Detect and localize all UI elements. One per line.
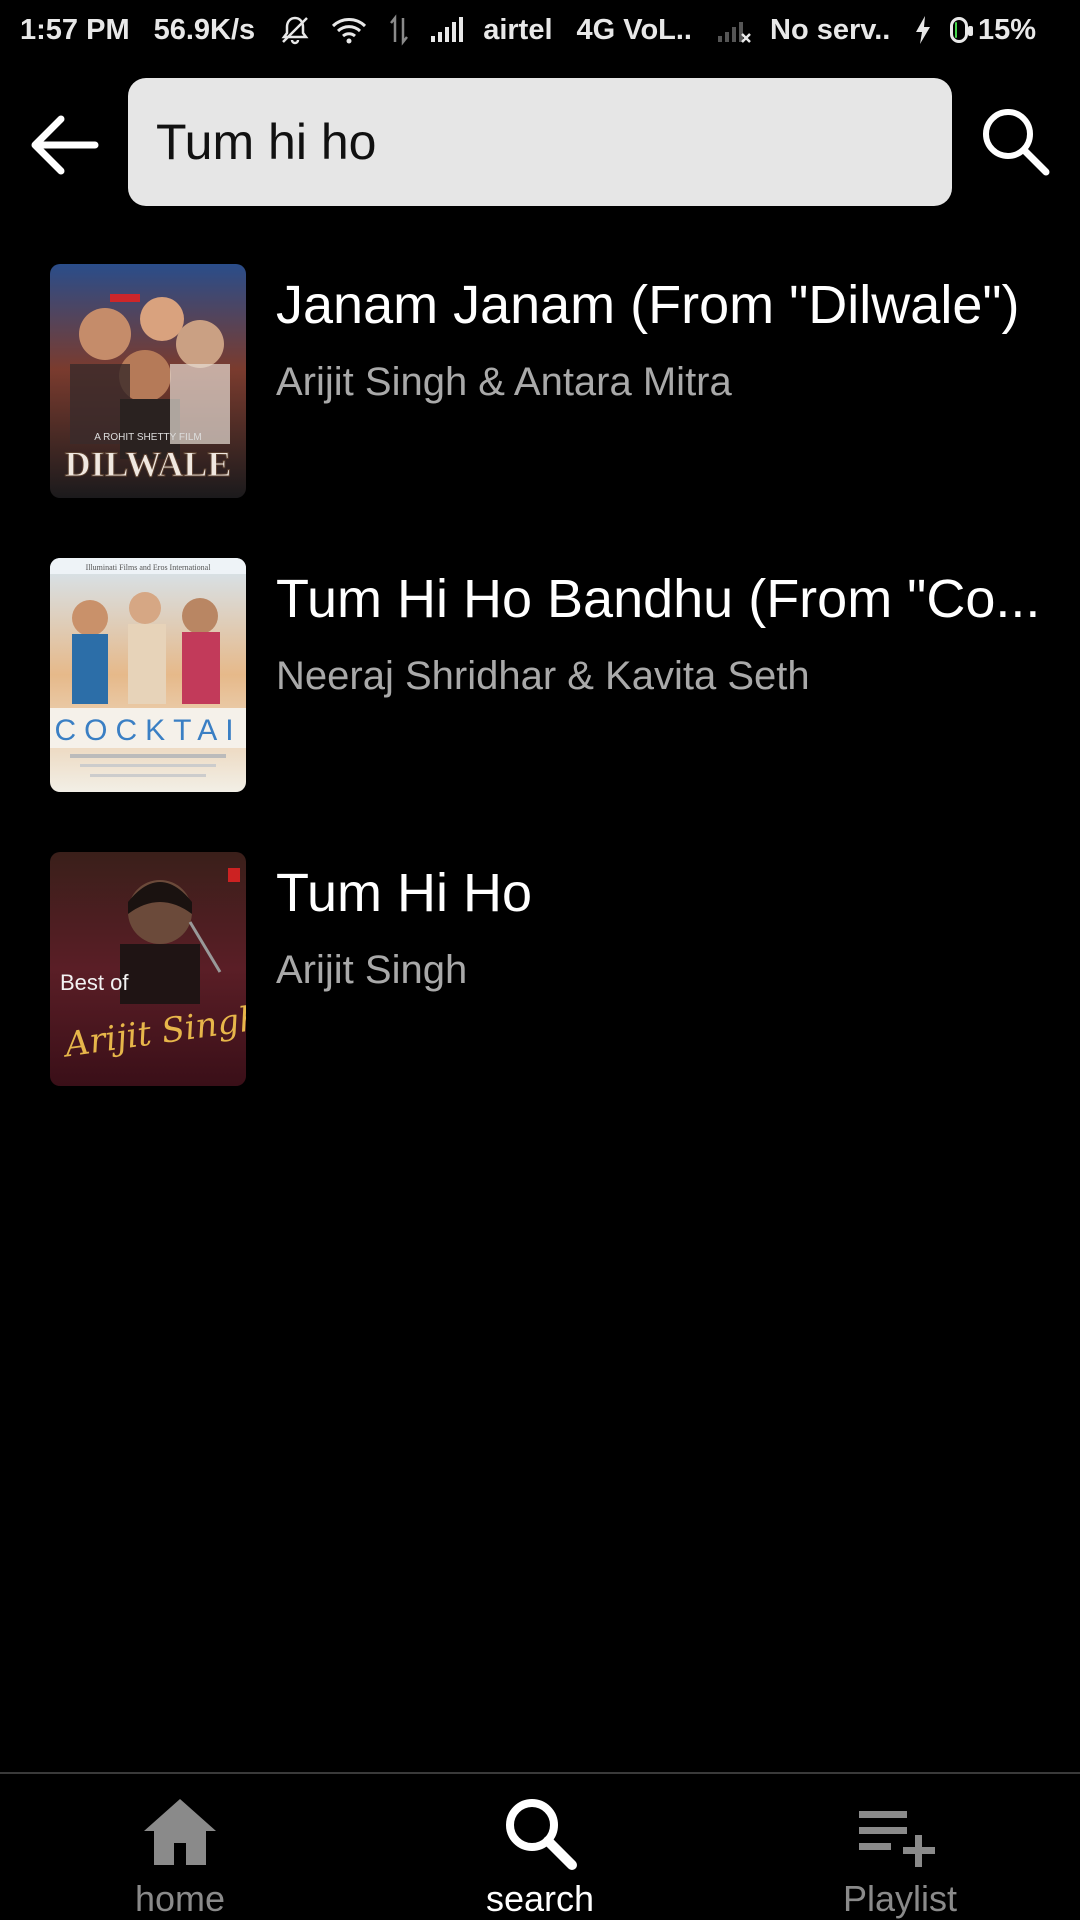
search-icon xyxy=(983,109,1050,176)
search-field[interactable] xyxy=(128,78,952,206)
wifi-icon xyxy=(329,14,369,46)
battery-icon xyxy=(950,17,973,43)
nav-search-label: search xyxy=(485,1878,595,1919)
album-art-dilwale: A ROHIT SHETTY FILM DILWALE xyxy=(50,264,246,498)
nav-playlist-label: Playlist xyxy=(842,1878,958,1919)
charging-icon xyxy=(914,15,932,45)
signal-icon xyxy=(429,16,465,44)
result-artist: Arijit Singh xyxy=(276,948,468,992)
search-input[interactable] xyxy=(154,112,926,172)
nav-playlist[interactable]: Playlist xyxy=(720,1774,1080,1920)
status-carrier: airtel xyxy=(483,13,553,46)
no-signal-icon xyxy=(716,16,752,44)
svg-text:Illuminati Films and Eros Inte: Illuminati Films and Eros International xyxy=(86,563,212,572)
results-list: A ROHIT SHETTY FILM DILWALE Janam Janam … xyxy=(0,262,1080,1144)
back-button[interactable] xyxy=(20,100,110,190)
arrow-left-icon xyxy=(31,115,99,175)
result-title: Janam Janam (From "Dilwale") xyxy=(276,275,1020,335)
result-title: Tum Hi Ho Bandhu (From "Co... xyxy=(276,569,1041,629)
result-item[interactable]: Illuminati Films and Eros International … xyxy=(0,556,1080,850)
status-speed: 56.9K/s xyxy=(153,13,256,46)
result-title: Tum Hi Ho xyxy=(276,863,533,923)
nav-home[interactable]: home xyxy=(0,1774,360,1920)
result-item[interactable]: Best of Arijit Singh Tum Hi Ho Arijit Si… xyxy=(0,850,1080,1144)
status-network: 4G VoL.. xyxy=(576,13,692,46)
svg-text:COCKTAI: COCKTAI xyxy=(54,714,241,747)
search-icon xyxy=(495,1788,585,1878)
search-button[interactable] xyxy=(970,96,1060,186)
data-arrows-icon xyxy=(387,14,411,46)
result-item[interactable]: A ROHIT SHETTY FILM DILWALE Janam Janam … xyxy=(0,262,1080,556)
svg-text:DILWALE: DILWALE xyxy=(65,444,232,484)
result-artist: Neeraj Shridhar & Kavita Seth xyxy=(276,654,810,698)
result-artist: Arijit Singh & Antara Mitra xyxy=(276,360,732,404)
svg-text:A ROHIT SHETTY FILM: A ROHIT SHETTY FILM xyxy=(94,432,201,443)
bell-off-icon xyxy=(279,14,311,46)
svg-text:Best of: Best of xyxy=(60,970,129,995)
album-art-cocktail: Illuminati Films and Eros International … xyxy=(50,558,246,792)
status-no-service: No serv.. xyxy=(770,13,891,46)
status-battery: 15% xyxy=(977,13,1036,46)
status-bar: 1:57 PM 56.9K/s airtel 4G VoL.. No serv.… xyxy=(0,0,1080,60)
bottom-nav: home search Playlist xyxy=(0,1772,1080,1920)
nav-search[interactable]: search xyxy=(360,1774,720,1920)
playlist-add-icon xyxy=(855,1788,945,1878)
home-icon xyxy=(135,1788,225,1878)
nav-home-label: home xyxy=(134,1878,226,1919)
status-time: 1:57 PM xyxy=(20,13,130,46)
album-art-best-of-arijit: Best of Arijit Singh xyxy=(50,852,246,1086)
